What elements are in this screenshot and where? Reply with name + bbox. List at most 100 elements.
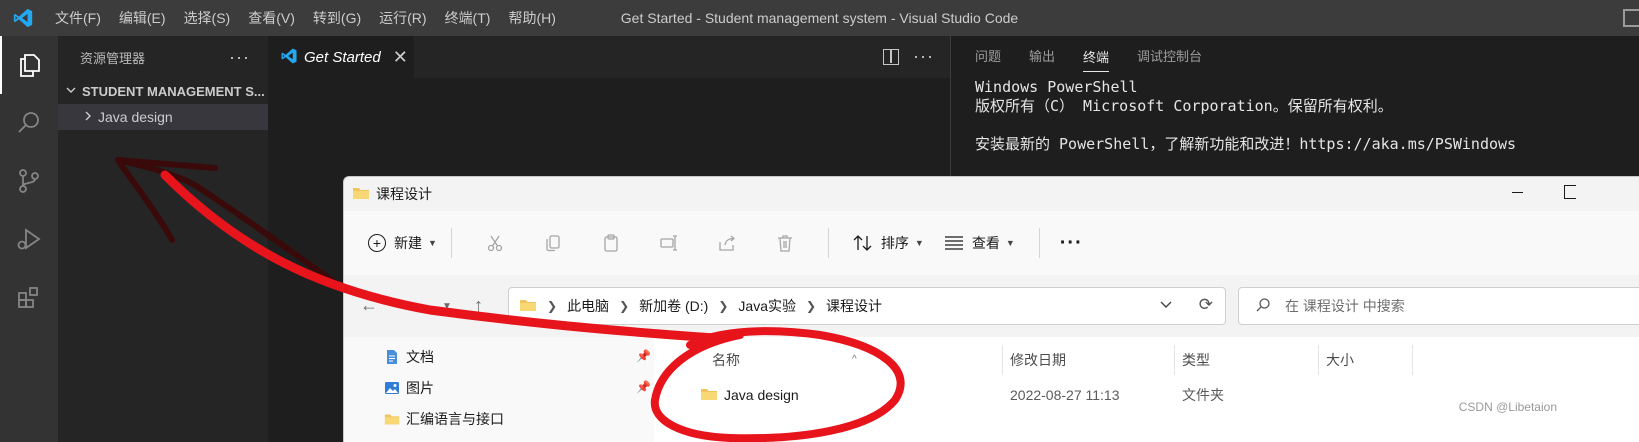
up-arrow-icon[interactable]: ↑ [474,295,483,316]
tab-get-started[interactable]: Get Started ✕ [268,36,414,78]
workspace-folder-label: STUDENT MANAGEMENT S... [82,83,265,99]
address-bar[interactable]: ❯ 此电脑 ❯ 新加卷 (D:) ❯ Java实验 ❯ 课程设计 ⟳ [508,287,1226,325]
chevron-right-icon: ❯ [805,299,817,313]
tab-label: Get Started [304,48,381,66]
cut-icon[interactable] [466,233,524,253]
nav-item-label: 汇编语言与接口 [406,411,504,427]
address-row: ← → ▼ ↑ ❯ 此电脑 ❯ 新加卷 (D:) ❯ Java实验 ❯ 课程设计… [344,275,1639,337]
breadcrumb-course-design[interactable]: 课程设计 [826,296,882,316]
file-type: 文件夹 [1182,387,1224,403]
menu-terminal[interactable]: 终端(T) [436,0,500,36]
toolbar-divider [1038,228,1040,258]
forward-arrow-icon[interactable]: → [404,295,422,316]
menu-go[interactable]: 转到(G) [304,0,370,36]
column-header-name[interactable]: 名称 [712,345,740,375]
tab-terminal[interactable]: 终端 [1083,42,1110,72]
menu-bar: 文件(F) 编辑(E) 选择(S) 查看(V) 转到(G) 运行(R) 终端(T… [46,0,565,36]
column-divider[interactable] [1318,345,1319,375]
chevron-right-icon: ❯ [619,299,630,313]
editor-more-button[interactable]: ··· [913,46,934,67]
search-icon[interactable] [0,94,58,152]
share-icon[interactable] [698,233,756,253]
window-restore-icon[interactable] [1623,9,1639,27]
back-arrow-icon[interactable]: ← [360,295,378,316]
tab-debug-console[interactable]: 调试控制台 [1137,36,1202,78]
column-divider[interactable] [1174,345,1175,375]
pin-icon[interactable]: 📌 [636,349,651,363]
copy-icon[interactable] [524,233,582,253]
column-header-modified[interactable]: 修改日期 [1010,345,1066,375]
terminal-line: 安装最新的 PowerShell，了解新功能和改进！https://aka.ms… [975,135,1517,153]
editor-tab-bar: Get Started ✕ ··· [268,36,950,78]
menu-edit[interactable]: 编辑(E) [110,0,175,36]
breadcrumb-drive-d[interactable]: 新加卷 (D:) [639,296,708,316]
file-explorer-window: 课程设计 + 新建 ▼ 排序 ▼ 查看 ▼ ··· ← → ▼ ↑ ❯ 此电脑 … [343,176,1639,442]
search-box[interactable]: 在 课程设计 中搜索 [1238,287,1639,325]
menu-run[interactable]: 运行(R) [370,0,435,36]
menu-help[interactable]: 帮助(H) [499,0,564,36]
terminal-line: Windows PowerShell [975,78,1138,96]
menu-view[interactable]: 查看(V) [239,0,304,36]
tree-item-java-design[interactable]: Java design [58,104,268,130]
extensions-icon[interactable] [0,268,58,326]
explorer-icon[interactable] [0,36,58,94]
search-placeholder: 在 课程设计 中搜索 [1285,298,1405,314]
nav-item-pictures[interactable]: 图片 [384,378,434,398]
maximize-icon[interactable] [1564,185,1576,199]
minimize-icon[interactable] [1512,192,1523,193]
sidebar-header: 资源管理器 ··· [58,36,268,78]
sidebar-title: 资源管理器 [80,50,146,66]
vscode-logo-icon [0,0,46,36]
view-button[interactable]: 查看 ▼ [944,233,1015,253]
nav-item-documents[interactable]: 文档 [384,347,434,367]
title-bar: 文件(F) 编辑(E) 选择(S) 查看(V) 转到(G) 运行(R) 终端(T… [0,0,1639,36]
file-explorer-toolbar: + 新建 ▼ 排序 ▼ 查看 ▼ ··· [344,211,1639,275]
folder-icon [519,297,537,316]
close-icon[interactable]: ✕ [393,47,408,68]
new-button[interactable]: + 新建 ▼ [368,233,437,253]
split-editor-icon[interactable] [883,48,900,65]
sort-up-icon: ^ [852,354,857,365]
watermark: CSDN @Libetaion [1458,400,1557,414]
explorer-sidebar: 资源管理器 ··· STUDENT MANAGEMENT S... Java d… [58,36,268,442]
rename-icon[interactable] [640,233,698,253]
file-explorer-title: 课程设计 [376,186,432,202]
run-debug-icon[interactable] [0,210,58,268]
source-control-icon[interactable] [0,152,58,210]
more-options-button[interactable]: ··· [1060,232,1083,255]
paste-icon[interactable] [582,233,640,253]
editor-actions: ··· [883,46,934,67]
nav-item-assembly[interactable]: 汇编语言与接口 [384,409,504,429]
chevron-right-icon: ❯ [718,299,729,313]
pin-icon[interactable]: 📌 [636,380,651,394]
refresh-icon[interactable]: ⟳ [1199,295,1213,315]
column-header-type[interactable]: 类型 [1182,345,1210,375]
sidebar-more-button[interactable]: ··· [229,47,250,68]
folder-icon [700,386,718,407]
toolbar-divider [450,228,452,258]
tab-problems[interactable]: 问题 [975,36,1001,78]
chevron-down-icon: ▼ [914,238,924,248]
picture-icon [384,380,400,396]
sort-button[interactable]: 排序 ▼ [853,233,924,253]
vscode-logo-icon [280,47,298,68]
recent-chevron-icon[interactable]: ▼ [442,301,452,312]
breadcrumb-java-lab[interactable]: Java实验 [738,296,796,316]
plus-icon: + [368,234,386,252]
search-icon [1255,297,1271,316]
column-divider[interactable] [1002,345,1003,375]
tab-output[interactable]: 输出 [1029,36,1055,78]
terminal-output[interactable]: Windows PowerShell 版权所有（C） Microsoft Cor… [951,78,1639,154]
menu-selection[interactable]: 选择(S) [175,0,240,36]
column-divider[interactable] [1412,345,1413,375]
column-header-size[interactable]: 大小 [1326,345,1354,375]
view-icon [944,236,963,250]
delete-icon[interactable] [756,233,814,253]
nav-item-label: 文档 [406,349,434,365]
workspace-folder-header[interactable]: STUDENT MANAGEMENT S... [58,78,268,104]
breadcrumb-this-pc[interactable]: 此电脑 [567,296,609,316]
menu-file[interactable]: 文件(F) [46,0,110,36]
chevron-down-icon[interactable] [1159,297,1173,314]
sort-label: 排序 [880,235,909,251]
